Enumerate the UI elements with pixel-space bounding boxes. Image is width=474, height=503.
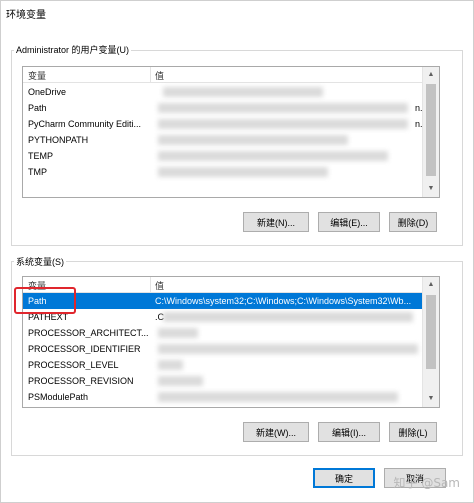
redacted-value	[158, 103, 408, 113]
system-vars-header: 变量 值	[23, 277, 423, 293]
window-title: 环境变量	[6, 10, 46, 21]
system-new-button[interactable]: 新建(W)...	[243, 422, 309, 442]
redacted-value	[158, 360, 183, 370]
row-name: PROCESSOR_ARCHITECT...	[28, 328, 149, 338]
redacted-value	[163, 312, 413, 322]
user-vars-scrollbar[interactable]: ▲ ▼	[422, 67, 439, 197]
row-name: TEMP	[28, 151, 54, 161]
annotation-highlight	[14, 287, 76, 314]
row-name: PSModulePath	[28, 392, 89, 402]
user-vars-list[interactable]: 变量 值 OneDrive Path n... PyCharm Communit…	[22, 66, 440, 198]
user-vars-header: 变量 值	[23, 67, 423, 83]
system-delete-button[interactable]: 删除(L)	[389, 422, 437, 442]
scroll-thumb[interactable]	[426, 295, 436, 369]
row-name: PROCESSOR_REVISION	[28, 376, 134, 386]
user-col-separator[interactable]	[150, 67, 151, 82]
redacted-value	[158, 392, 398, 402]
row-name: PyCharm Community Editi...	[28, 119, 142, 129]
system-vars-label: 系统变量(S)	[14, 255, 66, 268]
system-row-processor-level[interactable]: PROCESSOR_LEVEL	[23, 357, 423, 373]
user-new-button[interactable]: 新建(N)...	[243, 212, 309, 232]
scroll-down-icon[interactable]: ▼	[423, 181, 439, 197]
user-vars-label: Administrator 的用户变量(U)	[14, 43, 132, 56]
scroll-up-icon[interactable]: ▲	[423, 277, 439, 293]
redacted-value	[158, 119, 408, 129]
redacted-value	[158, 344, 418, 354]
redacted-value	[163, 87, 323, 97]
scroll-thumb[interactable]	[426, 84, 436, 176]
system-row-path[interactable]: Path C:\Windows\system32;C:\Windows;C:\W…	[23, 293, 423, 309]
user-edit-button[interactable]: 编辑(E)...	[318, 212, 380, 232]
row-name: PROCESSOR_IDENTIFIER	[28, 344, 141, 354]
redacted-value	[158, 328, 198, 338]
system-row-processor-architecture[interactable]: PROCESSOR_ARCHITECT...	[23, 325, 423, 341]
system-row-processor-revision[interactable]: PROCESSOR_REVISION	[23, 373, 423, 389]
user-col-value[interactable]: 值	[155, 69, 164, 82]
redacted-value	[158, 135, 348, 145]
system-vars-list[interactable]: 变量 值 Path C:\Windows\system32;C:\Windows…	[22, 276, 440, 408]
scroll-up-icon[interactable]: ▲	[423, 67, 439, 83]
row-name: OneDrive	[28, 87, 67, 97]
redacted-value	[158, 376, 203, 386]
row-name: PYTHONPATH	[28, 135, 89, 145]
user-delete-button[interactable]: 删除(D)	[389, 212, 437, 232]
system-col-value[interactable]: 值	[155, 279, 164, 292]
system-edit-button[interactable]: 编辑(I)...	[318, 422, 380, 442]
scroll-down-icon[interactable]: ▼	[423, 391, 439, 407]
user-col-variable[interactable]: 变量	[28, 69, 46, 82]
redacted-value	[158, 167, 328, 177]
row-name: PROCESSOR_LEVEL	[28, 360, 119, 370]
row-name: TMP	[28, 167, 47, 177]
system-vars-scrollbar[interactable]: ▲ ▼	[422, 277, 439, 407]
row-value: C:\Windows\system32;C:\Windows;C:\Window…	[155, 296, 412, 306]
watermark: 知乎 @Sam	[393, 476, 460, 490]
redacted-value	[158, 151, 388, 161]
row-name: Path	[28, 103, 47, 113]
ok-button[interactable]: 确定	[313, 468, 375, 488]
system-col-separator[interactable]	[150, 277, 151, 292]
